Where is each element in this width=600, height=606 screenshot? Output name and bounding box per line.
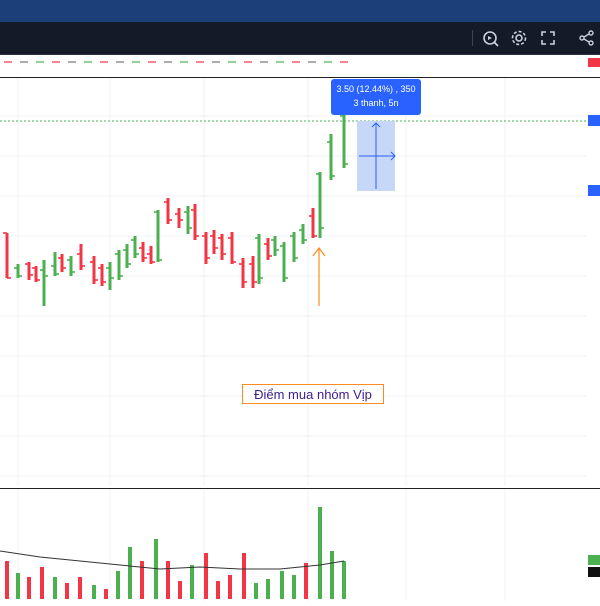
volume-bar (228, 575, 232, 599)
price-chart[interactable] (0, 78, 600, 486)
candle (77, 244, 85, 270)
candle (218, 234, 226, 260)
navigator-strip (0, 55, 600, 78)
measure-tooltip-line1: 3.50 (12.44%) , 350 (336, 84, 416, 94)
candle (32, 266, 40, 282)
axis-price-label-bottom (588, 185, 600, 196)
replay-icon[interactable] (480, 27, 502, 49)
chart-toolbar (0, 22, 600, 55)
volume-bar (53, 577, 57, 599)
toolbar-divider (472, 30, 473, 46)
volume-bar (178, 581, 182, 599)
fullscreen-icon[interactable] (537, 27, 559, 49)
candle (316, 172, 324, 238)
candle (309, 208, 317, 238)
volume-axis[interactable] (586, 489, 600, 601)
candle (58, 254, 66, 272)
volume-bar (40, 567, 44, 599)
volume-bar (304, 563, 308, 599)
candle (271, 236, 279, 256)
candle (147, 246, 155, 264)
axis-price-label-top (588, 115, 600, 126)
measure-tooltip-line2: 3 thanh, 5n (353, 98, 399, 108)
candle (40, 260, 48, 306)
gear-icon[interactable] (508, 27, 530, 49)
volume-bar (78, 577, 82, 599)
volume-bar (216, 581, 220, 599)
candle (239, 258, 247, 288)
volume-bar (166, 561, 170, 599)
candle (164, 198, 172, 224)
candle (67, 256, 75, 276)
volume-chart[interactable] (0, 489, 600, 601)
volume-bar (254, 583, 258, 599)
volume-bar (292, 575, 296, 599)
candle (249, 256, 257, 288)
volume-bar (330, 551, 334, 599)
volume-bar (128, 547, 132, 599)
candle (175, 208, 183, 228)
price-axis[interactable] (586, 78, 600, 486)
volume-ma-line (0, 550, 345, 570)
top-header-bar (0, 0, 600, 22)
volume-bar (190, 565, 194, 599)
volume-bar (266, 579, 270, 599)
candle (3, 232, 11, 279)
measure-tooltip: 3.50 (12.44%) , 350 3 thanh, 5n (331, 79, 421, 115)
volume-bar (16, 573, 20, 599)
volume-bar (116, 571, 120, 599)
candle (191, 204, 199, 240)
candle (299, 224, 307, 244)
volume-bar (280, 571, 284, 599)
buy-point-annotation[interactable]: Điểm mua nhóm Vịp (242, 384, 384, 404)
candle (210, 230, 218, 254)
navigator-dashes (4, 58, 600, 67)
candle (98, 264, 106, 286)
volume-bar (104, 589, 108, 599)
candle (139, 242, 147, 262)
volume-bar (5, 561, 9, 599)
candle (25, 262, 33, 280)
axis-volume-label (588, 555, 600, 565)
volume-bar (204, 553, 208, 599)
volume-bar (27, 577, 31, 599)
volume-bar (65, 583, 69, 599)
candle (264, 238, 272, 260)
candle (228, 232, 236, 264)
candle (202, 232, 210, 264)
candle (340, 114, 348, 168)
candle (90, 256, 98, 284)
candle (123, 244, 131, 268)
candle (184, 206, 192, 234)
volume-bar (92, 585, 96, 599)
price-pane[interactable]: Điểm mua nhóm Vịp (0, 78, 600, 486)
volume-pane[interactable] (0, 488, 600, 601)
share-icon[interactable] (576, 27, 598, 49)
volume-bar (318, 507, 322, 599)
candle (327, 134, 335, 180)
volume-bar (342, 561, 346, 599)
candle (51, 252, 59, 276)
axis-ma-label (588, 567, 600, 577)
candle (131, 236, 139, 258)
volume-bar (242, 553, 246, 599)
